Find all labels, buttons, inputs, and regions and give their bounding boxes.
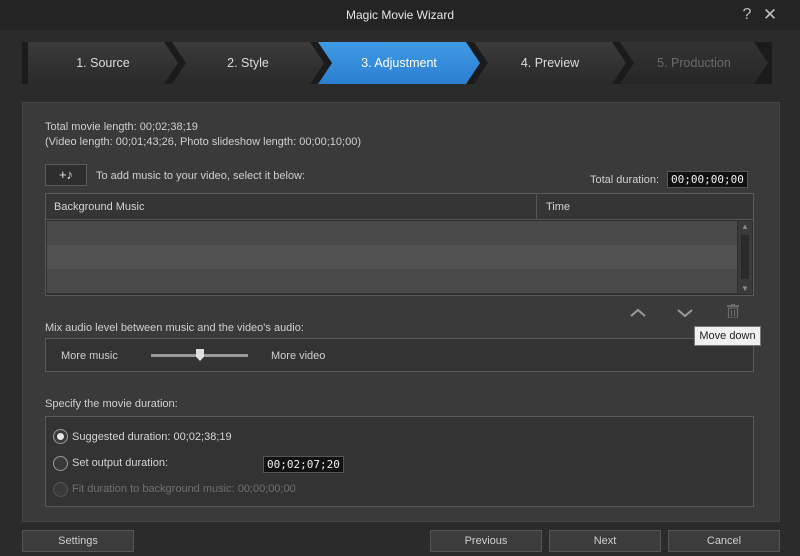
length-detail: (Video length: 00;01;43;26, Photo slides…	[45, 136, 361, 148]
more-video-label: More video	[271, 350, 326, 362]
step-production: 5. Production	[620, 42, 768, 84]
background-music-table[interactable]: Background Music Time ▲ ▼	[45, 193, 754, 296]
delete-button[interactable]	[716, 304, 750, 324]
total-movie-length: Total movie length: 00;02;38;19	[45, 121, 198, 133]
radio-suggested-duration[interactable]	[53, 429, 68, 444]
fit-to-music-label: Fit duration to background music: 00;00;…	[72, 483, 296, 495]
step-source[interactable]: 1. Source	[28, 42, 178, 84]
previous-button[interactable]: Previous	[430, 530, 542, 552]
column-divider	[536, 194, 537, 220]
add-music-button[interactable]: +♪	[45, 164, 87, 186]
window-title: Magic Movie Wizard	[345, 8, 455, 22]
add-music-prompt: To add music to your video, select it be…	[96, 170, 306, 182]
settings-button[interactable]: Settings	[22, 530, 134, 552]
total-duration-value: 00;00;00;00	[667, 171, 748, 188]
chevron-up-icon	[630, 308, 646, 317]
output-duration-input[interactable]: 00;02;07;20	[263, 456, 344, 473]
set-output-duration-label[interactable]: Set output duration:	[72, 457, 168, 469]
cancel-button[interactable]: Cancel	[668, 530, 780, 552]
table-row[interactable]	[47, 221, 737, 245]
more-music-label: More music	[61, 350, 118, 362]
column-background-music[interactable]: Background Music	[54, 201, 145, 213]
table-row[interactable]	[47, 245, 737, 269]
tooltip: Move down	[694, 326, 761, 346]
radio-fit-to-music	[53, 482, 68, 497]
total-duration-label: Total duration:	[590, 174, 660, 186]
wizard-step-bar: 1. Source 2. Style 3. Adjustment 4. Prev…	[22, 42, 772, 84]
step-preview[interactable]: 4. Preview	[474, 42, 626, 84]
table-header: Background Music Time	[46, 194, 753, 220]
scroll-down-icon[interactable]: ▼	[738, 284, 752, 293]
step-style[interactable]: 2. Style	[172, 42, 324, 84]
step-adjustment[interactable]: 3. Adjustment	[318, 42, 480, 84]
mix-audio-label: Mix audio level between music and the vi…	[45, 322, 304, 334]
close-icon[interactable]: ✕	[760, 5, 780, 25]
next-button[interactable]: Next	[549, 530, 661, 552]
radio-set-output-duration[interactable]	[53, 456, 68, 471]
trash-icon	[727, 304, 739, 319]
help-icon[interactable]: ?	[738, 5, 756, 25]
move-up-button[interactable]	[621, 304, 655, 324]
column-time[interactable]: Time	[546, 201, 570, 213]
chevron-down-icon	[677, 309, 693, 318]
scroll-up-icon[interactable]: ▲	[738, 222, 752, 231]
table-row[interactable]	[47, 269, 737, 293]
move-down-button[interactable]	[668, 304, 702, 324]
scrollbar-thumb[interactable]	[741, 235, 749, 279]
suggested-duration-label[interactable]: Suggested duration: 00;02;38;19	[72, 431, 232, 443]
table-scrollbar[interactable]: ▲ ▼	[738, 221, 752, 294]
duration-section-label: Specify the movie duration:	[45, 398, 178, 410]
